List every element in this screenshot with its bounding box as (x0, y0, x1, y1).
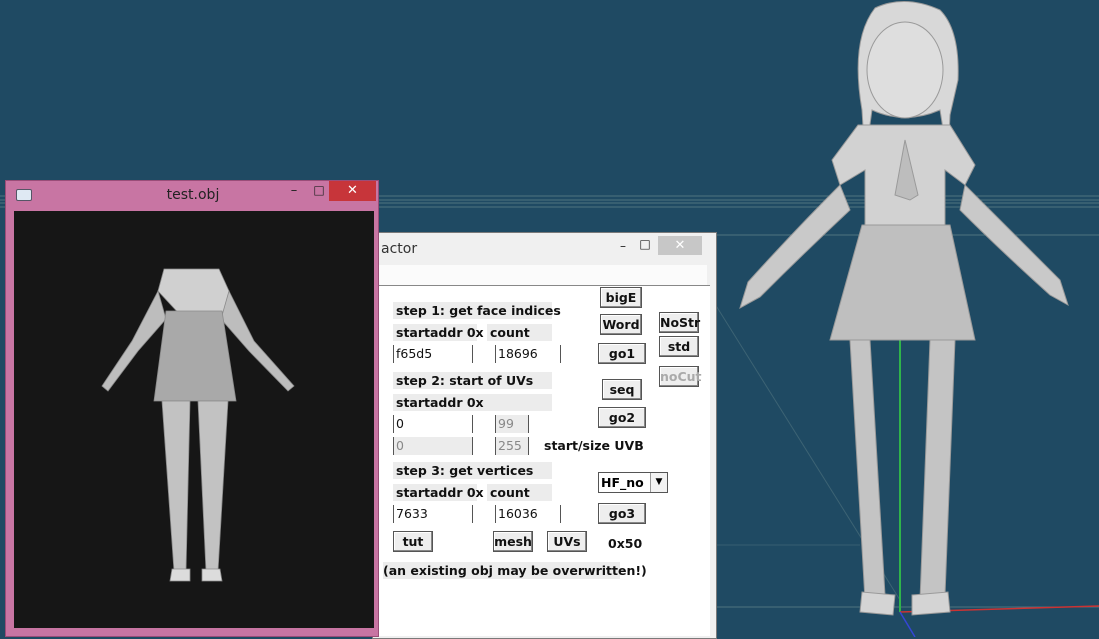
character-model-large (739, 0, 1069, 616)
format-select[interactable]: HF_no ▼ (598, 472, 668, 493)
z-axis-line (899, 611, 916, 637)
minimize-icon[interactable]: – (284, 183, 304, 201)
step1-count-label: count (487, 324, 552, 341)
uvs-button[interactable]: UVs (547, 531, 587, 552)
step3-startaddr-label: startaddr 0x (393, 484, 484, 501)
face-start-field[interactable]: f65d5 (393, 345, 473, 363)
obj-render-canvas[interactable] (14, 211, 374, 628)
uv-start-field[interactable]: 0 (393, 415, 473, 433)
tut-button[interactable]: tut (393, 531, 433, 552)
bigE-button[interactable]: bigE (600, 287, 642, 308)
obj-viewer-window: test.obj – □ ✕ (5, 180, 379, 637)
extractor-window: actor – □ ✕ step 1: get face indices sta… (372, 232, 717, 639)
minimize-icon[interactable]: – (610, 237, 636, 255)
overwrite-warning: (an existing obj may be overwritten!) (383, 562, 647, 579)
word-button[interactable]: Word (600, 314, 642, 335)
close-icon[interactable]: ✕ (329, 181, 376, 201)
maximize-icon[interactable]: □ (309, 183, 329, 201)
step1-label: step 1: get face indices (393, 302, 561, 319)
go1-button[interactable]: go1 (598, 343, 646, 364)
go3-button[interactable]: go3 (598, 503, 646, 524)
close-icon[interactable]: ✕ (658, 236, 702, 255)
extractor-title: actor (381, 241, 418, 257)
step1-startaddr-label: startaddr 0x (393, 324, 484, 341)
step2-label: step 2: start of UVs (393, 372, 552, 389)
uvb-size-field: 255 (495, 437, 529, 455)
character-model-small (101, 268, 295, 582)
maximize-icon[interactable]: □ (635, 235, 655, 253)
face-count-field[interactable]: 18696 (495, 345, 561, 363)
go2-button[interactable]: go2 (598, 407, 646, 428)
uv-field2: 99 (495, 415, 529, 433)
step3-count-label: count (487, 484, 552, 501)
extractor-menubar (377, 265, 707, 286)
vert-count-field[interactable]: 16036 (495, 505, 561, 523)
step2-startaddr-label: startaddr 0x (393, 394, 552, 411)
extractor-titlebar[interactable]: actor – □ ✕ (373, 233, 716, 263)
nocut-button: noCut (659, 366, 702, 387)
vert-start-field[interactable]: 7633 (393, 505, 473, 523)
uvb-label: start/size UVB (544, 438, 644, 453)
nostr-button[interactable]: NoStr (659, 312, 700, 333)
chevron-down-icon[interactable]: ▼ (650, 473, 667, 492)
hex-value-label: 0x50 (608, 536, 643, 551)
std-button[interactable]: std (659, 336, 699, 357)
extractor-client: step 1: get face indices startaddr 0x co… (377, 285, 710, 636)
mesh-button[interactable]: mesh (493, 531, 533, 552)
format-select-value: HF_no (601, 475, 644, 490)
step3-label: step 3: get vertices (393, 462, 552, 479)
seq-button[interactable]: seq (602, 379, 642, 400)
uvb-start-field: 0 (393, 437, 473, 455)
